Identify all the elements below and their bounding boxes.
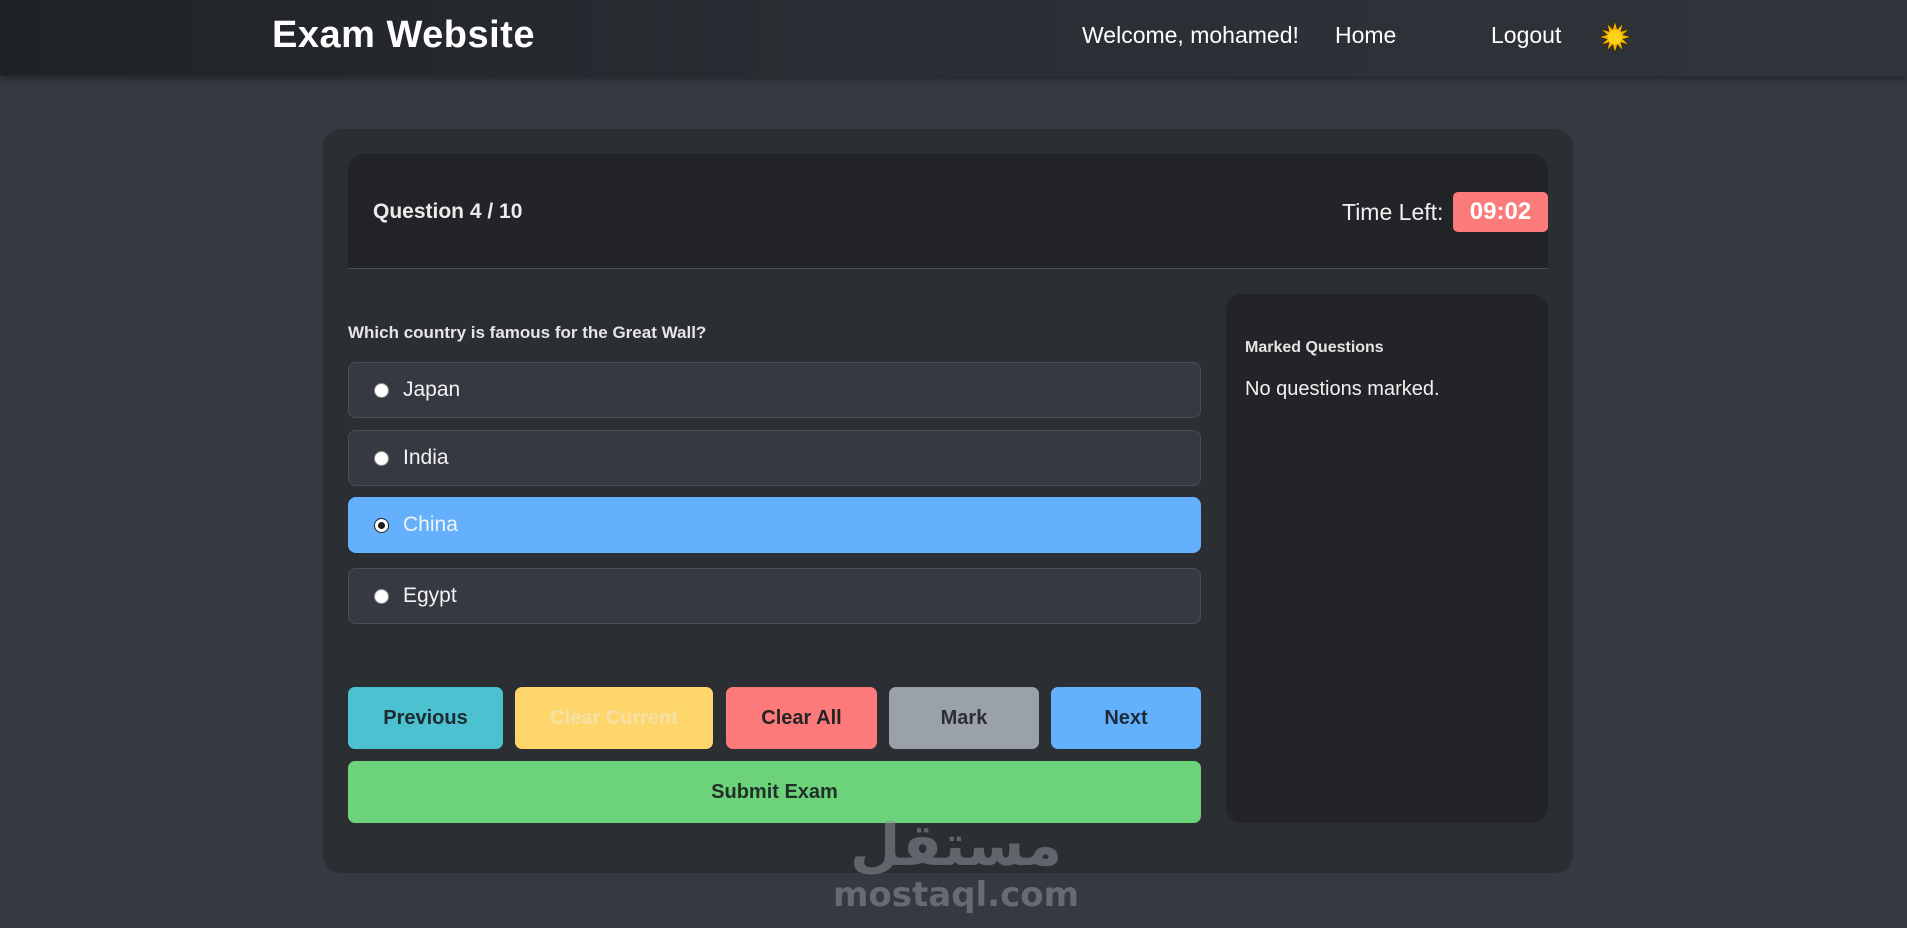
watermark: مستقل mostaql.com bbox=[832, 811, 1080, 925]
nav-logout-link[interactable]: Logout bbox=[1491, 22, 1561, 49]
option-egypt[interactable]: Egypt bbox=[348, 568, 1201, 624]
question-counter: Question 4 / 10 bbox=[373, 200, 523, 223]
marked-questions-panel: Marked Questions No questions marked. bbox=[1226, 294, 1548, 823]
next-button[interactable]: Next bbox=[1051, 687, 1201, 749]
marked-questions-empty: No questions marked. bbox=[1245, 378, 1440, 400]
option-label: Japan bbox=[403, 378, 461, 401]
navbar: Exam Website Welcome, mohamed! Home Logo… bbox=[0, 0, 1907, 76]
clear-current-button[interactable]: Clear Current bbox=[515, 687, 713, 749]
option-label: India bbox=[403, 446, 449, 469]
mark-button[interactable]: Mark bbox=[889, 687, 1039, 749]
radio-button[interactable] bbox=[374, 588, 389, 604]
nav-home-link[interactable]: Home bbox=[1335, 22, 1396, 49]
brand-title[interactable]: Exam Website bbox=[272, 14, 535, 57]
radio-button[interactable] bbox=[374, 382, 389, 398]
exam-header: Question 4 / 10 Time Left: 09:02 bbox=[348, 154, 1548, 269]
option-japan[interactable]: Japan bbox=[348, 362, 1201, 418]
radio-button[interactable] bbox=[374, 450, 389, 466]
welcome-text: Welcome, mohamed! bbox=[1082, 22, 1299, 48]
previous-button[interactable]: Previous bbox=[348, 687, 503, 749]
timer-badge: 09:02 bbox=[1453, 192, 1548, 232]
exam-card: Question 4 / 10 Time Left: 09:02 Which c… bbox=[323, 129, 1573, 873]
question-text: Which country is famous for the Great Wa… bbox=[348, 323, 707, 342]
watermark-arabic: مستقل bbox=[849, 811, 1063, 879]
clear-all-button[interactable]: Clear All bbox=[726, 687, 877, 749]
option-india[interactable]: India bbox=[348, 430, 1201, 486]
submit-exam-button[interactable]: Submit Exam bbox=[348, 761, 1201, 823]
option-china[interactable]: China bbox=[348, 497, 1201, 553]
radio-button-checked[interactable] bbox=[374, 517, 389, 533]
time-left-label: Time Left: bbox=[1342, 199, 1444, 225]
option-label: Egypt bbox=[403, 584, 457, 607]
option-label: China bbox=[403, 513, 458, 536]
marked-questions-title: Marked Questions bbox=[1245, 339, 1384, 356]
sun-icon[interactable] bbox=[1597, 19, 1633, 55]
watermark-latin: mostaql.com bbox=[832, 875, 1080, 915]
